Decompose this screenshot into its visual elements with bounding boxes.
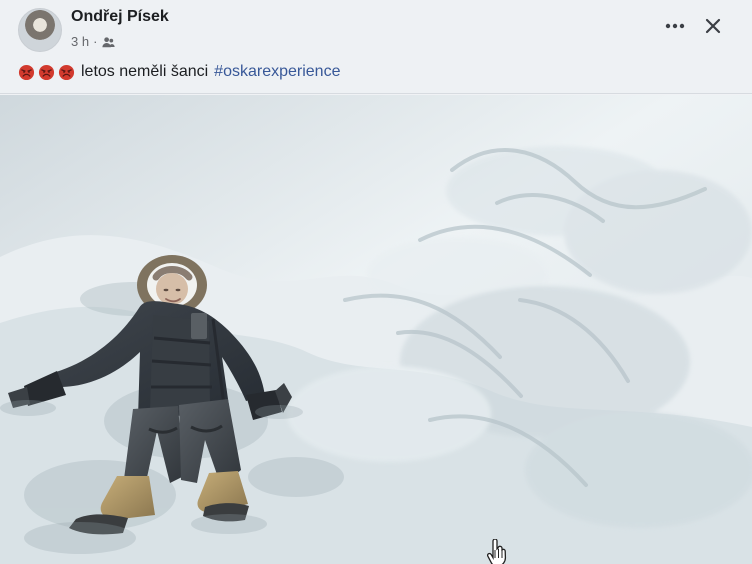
post-photo[interactable] [0, 95, 752, 564]
friends-icon [102, 36, 116, 47]
post-meta: 3 h · [71, 32, 116, 50]
red-emoji [38, 64, 55, 80]
red-emoji [18, 64, 35, 80]
emoji-group [18, 64, 75, 81]
post-caption: letos neměli šanci #oskarexperience [18, 61, 340, 83]
snow-angel-photo [0, 95, 752, 564]
author-avatar[interactable] [18, 8, 62, 52]
post-header: Ondřej Písek 3 h · letos neměli šanci #o… [0, 0, 752, 94]
meta-separator: · [93, 33, 98, 49]
close-icon [705, 18, 721, 34]
facebook-post: Ondřej Písek 3 h · letos neměli šanci #o… [0, 0, 752, 564]
post-time[interactable]: 3 h [71, 34, 89, 49]
author-name[interactable]: Ondřej Písek [71, 8, 169, 26]
more-icon [665, 23, 685, 29]
more-options-button[interactable] [661, 15, 689, 37]
hashtag-link[interactable]: #oskarexperience [214, 63, 340, 81]
close-button[interactable] [699, 12, 727, 40]
red-emoji [58, 64, 75, 80]
caption-text: letos neměli šanci [81, 63, 209, 80]
